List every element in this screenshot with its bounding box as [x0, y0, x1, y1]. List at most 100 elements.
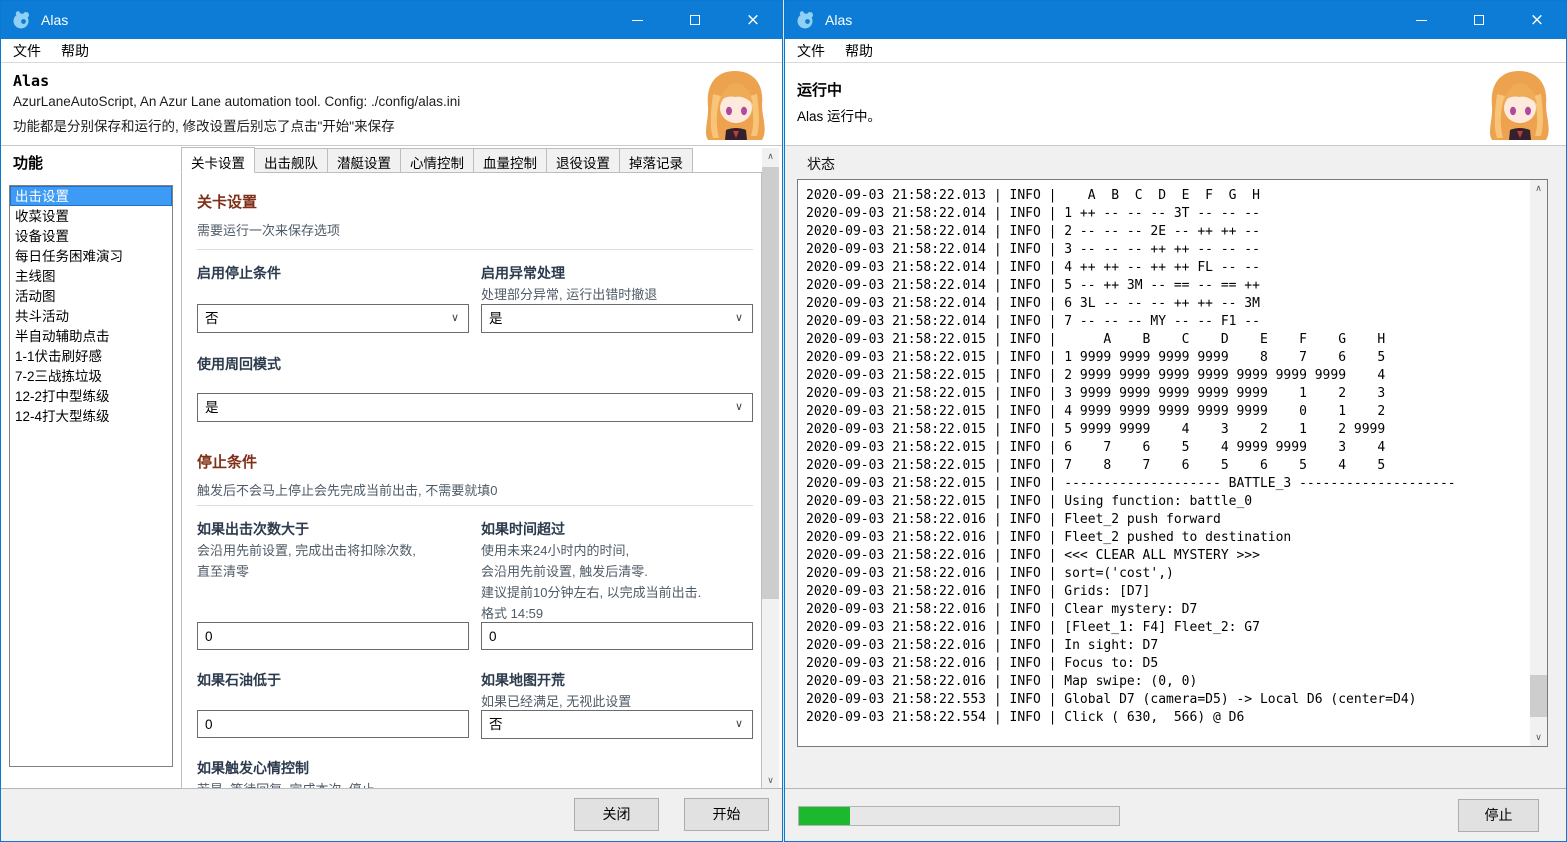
label-if-time: 如果时间超过 [481, 521, 565, 537]
runner-header: 运行中 Alas 运行中。 [785, 63, 1566, 146]
log-line: 2020-09-03 21:58:22.016 | INFO | sort=('… [806, 566, 1174, 581]
sidebar-item[interactable]: 收菜设置 [10, 206, 172, 226]
combo-enable-stop[interactable]: 否 ∨ [197, 304, 469, 333]
desc-if-time-4: 格式 14:59 [481, 606, 544, 621]
scroll-down-icon[interactable]: ∨ [1530, 729, 1547, 746]
scroll-up-icon[interactable]: ∧ [762, 148, 779, 165]
combo-loop-mode[interactable]: 是 ∨ [197, 393, 753, 422]
log-line: 2020-09-03 21:58:22.015 | INFO | 4 9999 … [806, 404, 1386, 419]
titlebar[interactable]: Alas × [1, 1, 782, 39]
tab-血量控制[interactable]: 血量控制 [474, 148, 547, 173]
input-if-count[interactable] [197, 622, 469, 650]
input-if-oil[interactable] [197, 710, 469, 738]
log-line: 2020-09-03 21:58:22.553 | INFO | Global … [806, 692, 1417, 707]
log-line: 2020-09-03 21:58:22.013 | INFO | A B C D… [806, 188, 1260, 203]
window-title: Alas [825, 12, 853, 28]
divider [197, 249, 753, 250]
log-line: 2020-09-03 21:58:22.014 | INFO | 2 -- --… [806, 224, 1260, 239]
combo-enable-exception[interactable]: 是 ∨ [481, 304, 753, 333]
scrollbar-thumb[interactable] [1530, 675, 1547, 717]
log-output[interactable]: 2020-09-03 21:58:22.013 | INFO | A B C D… [797, 179, 1548, 747]
sidebar-item[interactable]: 每日任务困难演习 [10, 246, 172, 266]
section-title-stage: 关卡设置 [197, 194, 258, 211]
app-hint: 功能都是分别保存和运行的, 修改设置后别忘了点击"开始"来保存 [13, 119, 395, 134]
log-line: 2020-09-03 21:58:22.016 | INFO | Map swi… [806, 674, 1198, 689]
log-line: 2020-09-03 21:58:22.015 | INFO | A B C D… [806, 332, 1386, 347]
tab-掉落记录[interactable]: 掉落记录 [620, 148, 693, 173]
desktop: Alas × 文件 帮助 Alas AzurLaneAutoScript, An… [0, 0, 1567, 842]
runner-body: 状态 2020-09-03 21:58:22.013 | INFO | A B … [785, 146, 1566, 789]
sidebar-item[interactable]: 设备设置 [10, 226, 172, 246]
close-button[interactable]: × [1508, 1, 1566, 39]
log-line: 2020-09-03 21:58:22.014 | INFO | 6 3L --… [806, 296, 1260, 311]
sidebar-item[interactable]: 12-2打中型练级 [10, 386, 172, 406]
log-line: 2020-09-03 21:58:22.016 | INFO | Fleet_2… [806, 512, 1221, 527]
menu-help[interactable]: 帮助 [53, 39, 97, 63]
sidebar-item[interactable]: 12-4打大型练级 [10, 406, 172, 426]
runner-status-text: Alas 运行中。 [797, 109, 882, 124]
combo-if-map-clear[interactable]: 否 ∨ [481, 710, 753, 739]
log-line: 2020-09-03 21:58:22.015 | INFO | Using f… [806, 494, 1253, 509]
combo-enable-stop-value: 否 [205, 311, 219, 326]
sidebar-item[interactable]: 活动图 [10, 286, 172, 306]
tab-出击舰队[interactable]: 出击舰队 [255, 148, 328, 173]
sidebar-item[interactable]: 1-1伏击刷好感 [10, 346, 172, 366]
config-window: Alas × 文件 帮助 Alas AzurLaneAutoScript, An… [0, 0, 783, 842]
section-subtitle-stop: 触发后不会马上停止会先完成当前出击, 不需要就填0 [197, 483, 498, 498]
settings-tabs: 关卡设置 出击舰队 潜艇设置 心情控制 血量控制 退役设置 掉落记录 [181, 147, 693, 173]
scroll-up-icon[interactable]: ∧ [1530, 180, 1547, 197]
label-if-emotion: 如果触发心情控制 [197, 760, 309, 776]
desc-if-count-1: 会沿用先前设置, 完成出击将扣除次数, [197, 543, 416, 558]
tab-关卡设置[interactable]: 关卡设置 [181, 147, 255, 173]
runner-window: Alas × 文件 帮助 运行中 Alas 运行中。 状态 2020-09-03… [784, 0, 1567, 842]
label-if-count: 如果出击次数大于 [197, 521, 309, 537]
close-icon: × [1529, 9, 1545, 30]
maximize-button[interactable] [666, 1, 724, 39]
tab-潜艇设置[interactable]: 潜艇设置 [328, 148, 401, 173]
combo-enable-exception-value: 是 [489, 311, 503, 326]
close-button[interactable]: × [724, 1, 782, 39]
menu-file[interactable]: 文件 [5, 39, 49, 63]
input-if-time[interactable] [481, 622, 753, 650]
log-line: 2020-09-03 21:58:22.014 | INFO | 5 -- ++… [806, 278, 1260, 293]
minimize-button[interactable] [608, 1, 666, 39]
scrollbar-thumb[interactable] [762, 167, 779, 599]
log-line: 2020-09-03 21:58:22.015 | INFO | 2 9999 … [806, 368, 1386, 383]
log-line: 2020-09-03 21:58:22.015 | INFO | 6 7 6 5… [806, 440, 1386, 455]
label-if-oil: 如果石油低于 [197, 672, 281, 688]
sidebar-item[interactable]: 7-2三战拣垃圾 [10, 366, 172, 386]
section-title-stop: 停止条件 [197, 454, 258, 471]
sidebar-item[interactable]: 共斗活动 [10, 306, 172, 326]
sidebar-item[interactable]: 主线图 [10, 266, 172, 286]
progress-fill [799, 807, 851, 825]
log-line: 2020-09-03 21:58:22.014 | INFO | 3 -- --… [806, 242, 1260, 257]
status-label: 状态 [807, 156, 835, 172]
minimize-icon [631, 19, 643, 21]
log-line: 2020-09-03 21:58:22.016 | INFO | Focus t… [806, 656, 1159, 671]
close-window-button[interactable]: 关闭 [574, 798, 659, 831]
menu-help[interactable]: 帮助 [837, 39, 881, 63]
log-line: 2020-09-03 21:58:22.016 | INFO | Grids: … [806, 584, 1151, 599]
desc-if-emotion: 若是, 等待回复, 完成本次, 停止 [197, 779, 375, 788]
log-line: 2020-09-03 21:58:22.015 | INFO | 3 9999 … [806, 386, 1386, 401]
sidebar-item[interactable]: 半自动辅助点击 [10, 326, 172, 346]
tab-心情控制[interactable]: 心情控制 [401, 148, 474, 173]
maximize-button[interactable] [1450, 1, 1508, 39]
minimize-button[interactable] [1392, 1, 1450, 39]
app-description: AzurLaneAutoScript, An Azur Lane automat… [13, 94, 461, 109]
function-listbox[interactable]: 出击设置 收菜设置 设备设置 每日任务困难演习 主线图 活动图 共斗活动 半自动辅助点击 1-1… [9, 185, 173, 767]
log-line: 2020-09-03 21:58:22.554 | INFO | Click (… [806, 710, 1245, 725]
log-line: 2020-09-03 21:58:22.015 | INFO | 5 9999 … [806, 422, 1386, 437]
menu-file[interactable]: 文件 [789, 39, 833, 63]
settings-scrollbar[interactable]: ∧ ∨ [762, 148, 779, 789]
sidebar-item[interactable]: 出击设置 [10, 186, 172, 206]
log-scrollbar[interactable]: ∧ ∨ [1530, 180, 1547, 746]
start-button[interactable]: 开始 [684, 798, 769, 831]
chevron-down-icon: ∨ [734, 401, 743, 413]
menubar: 文件 帮助 [1, 39, 782, 63]
scroll-down-icon[interactable]: ∨ [762, 772, 779, 789]
chevron-down-icon: ∨ [734, 312, 743, 324]
tab-退役设置[interactable]: 退役设置 [547, 148, 620, 173]
stop-button[interactable]: 停止 [1458, 799, 1539, 832]
titlebar[interactable]: Alas × [785, 1, 1566, 39]
